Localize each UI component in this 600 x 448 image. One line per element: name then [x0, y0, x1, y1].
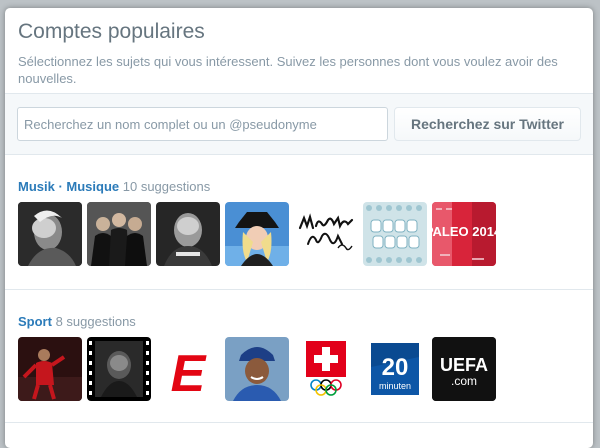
- avatar-band[interactable]: [87, 202, 151, 266]
- section-divider: [5, 289, 593, 290]
- category-name-link[interactable]: Sport: [18, 314, 52, 329]
- avatar-football-player[interactable]: [18, 337, 82, 401]
- modal-subtitle: Sélectionnez les sujets qui vous intéres…: [18, 54, 558, 86]
- paleo-logo-text: PALEO 2014: [432, 224, 496, 239]
- suggestion-count: 8 suggestions: [55, 314, 136, 329]
- avatar-paleo-2014-poster[interactable]: PALEO 2014: [432, 202, 496, 266]
- avatar-swiss-olympic-logo[interactable]: [294, 337, 358, 401]
- category-heading: Sport 8 suggestions: [18, 313, 580, 331]
- avatar-20-minuten-logo[interactable]: 20 minuten: [363, 337, 427, 401]
- svg-text:minuten: minuten: [379, 381, 411, 391]
- category-name-link[interactable]: Musik · Musique: [18, 179, 119, 194]
- avatar-portrait-woman-hat[interactable]: [225, 202, 289, 266]
- avatar-paleo-poster[interactable]: [363, 202, 427, 266]
- search-input[interactable]: [17, 107, 388, 141]
- avatar-portrait-dj[interactable]: [156, 202, 220, 266]
- search-bar: Recherchez sur Twitter: [5, 93, 593, 155]
- modal-title: Comptes populaires: [18, 20, 205, 43]
- category-sport: Sport 8 suggestions E 20 minuten UEFA .c…: [5, 313, 593, 401]
- svg-text:20: 20: [382, 354, 409, 381]
- popular-accounts-modal: Comptes populaires Sélectionnez les suje…: [5, 8, 593, 448]
- avatar-portrait-film-frame[interactable]: [87, 337, 151, 401]
- svg-text:.com: .com: [451, 374, 477, 388]
- svg-text:UEFA: UEFA: [440, 355, 488, 375]
- equipe-logo-letter: E: [171, 345, 207, 401]
- suggestion-count: 10 suggestions: [122, 179, 211, 194]
- avatar-uefa-logo[interactable]: UEFA .com: [432, 337, 496, 401]
- modal-header: Comptes populaires Sélectionnez les suje…: [5, 8, 593, 88]
- search-twitter-button[interactable]: Recherchez sur Twitter: [394, 107, 581, 141]
- avatar-baseball-player[interactable]: [225, 337, 289, 401]
- avatar-row: PALEO 2014: [18, 202, 580, 266]
- category-music: Musik · Musique 10 suggestions ALEO 201: [5, 178, 593, 266]
- avatar-equipe-logo[interactable]: E: [156, 337, 220, 401]
- avatar-row: E 20 minuten UEFA .com: [18, 337, 580, 401]
- section-divider: [5, 422, 593, 423]
- avatar-montreux-jazz-logo[interactable]: [294, 202, 358, 266]
- category-heading: Musik · Musique 10 suggestions: [18, 178, 580, 196]
- avatar-portrait-bw[interactable]: [18, 202, 82, 266]
